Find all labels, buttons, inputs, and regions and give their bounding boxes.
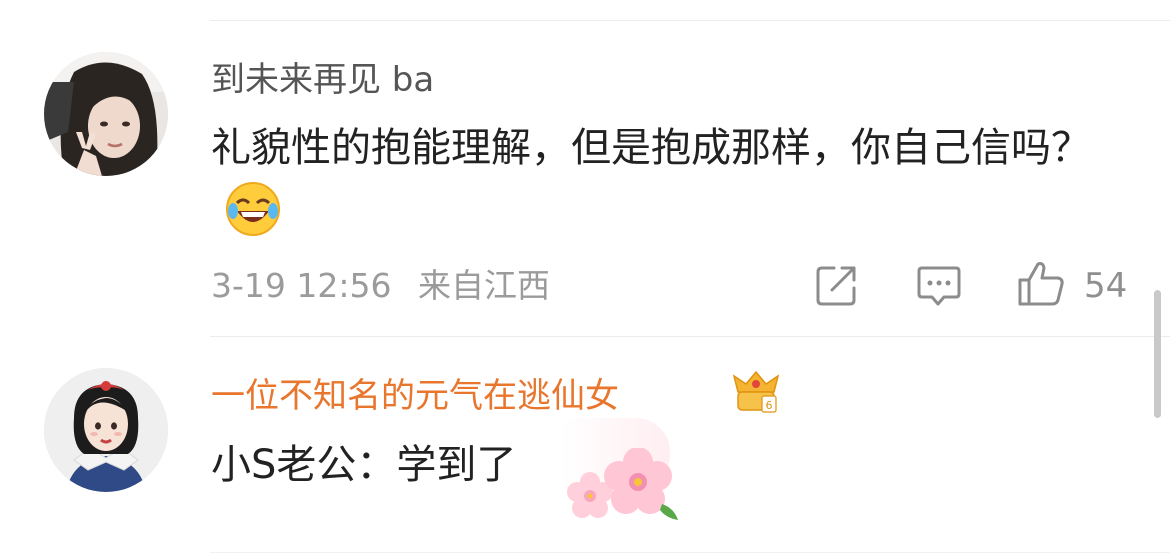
- crown-badge-icon[interactable]: 6: [732, 370, 780, 420]
- comment-text: 小S老公：学到了: [211, 432, 516, 498]
- location: 来自江西: [418, 266, 550, 305]
- like-icon: [1018, 262, 1064, 306]
- comment-divider: [210, 336, 1170, 337]
- comment-icon: [917, 266, 961, 306]
- share-button[interactable]: [814, 262, 860, 312]
- svg-text:6: 6: [766, 399, 773, 412]
- username[interactable]: 一位不知名的元气在逃仙女: [211, 376, 619, 416]
- comment-body: 礼貌性的抱能理解，但是抱成那样，你自己信吗？: [211, 125, 1091, 171]
- bottom-divider: [210, 552, 1170, 553]
- avatar-photo: [44, 52, 168, 176]
- comment-body: 小S老公：学到了: [211, 442, 517, 488]
- comment-text: 礼貌性的抱能理解，但是抱成那样，你自己信吗？: [211, 115, 1141, 247]
- laughing-tears-emoji-icon: [225, 181, 281, 237]
- username[interactable]: 到未来再见 ba: [211, 60, 434, 100]
- like-count: 54: [1084, 266, 1128, 306]
- avatar-illustration: [44, 368, 168, 492]
- cherry-blossom-icon: [566, 447, 686, 528]
- comment-meta: 3-19 12:56 来自江西: [211, 266, 550, 306]
- avatar[interactable]: [44, 52, 168, 176]
- like-button[interactable]: [1016, 258, 1066, 312]
- comment-button[interactable]: [916, 262, 962, 312]
- scrollbar-thumb[interactable]: [1154, 290, 1161, 418]
- timestamp: 3-19 12:56: [211, 266, 392, 305]
- top-divider: [210, 20, 1170, 21]
- avatar[interactable]: [44, 368, 168, 492]
- share-icon: [816, 266, 856, 306]
